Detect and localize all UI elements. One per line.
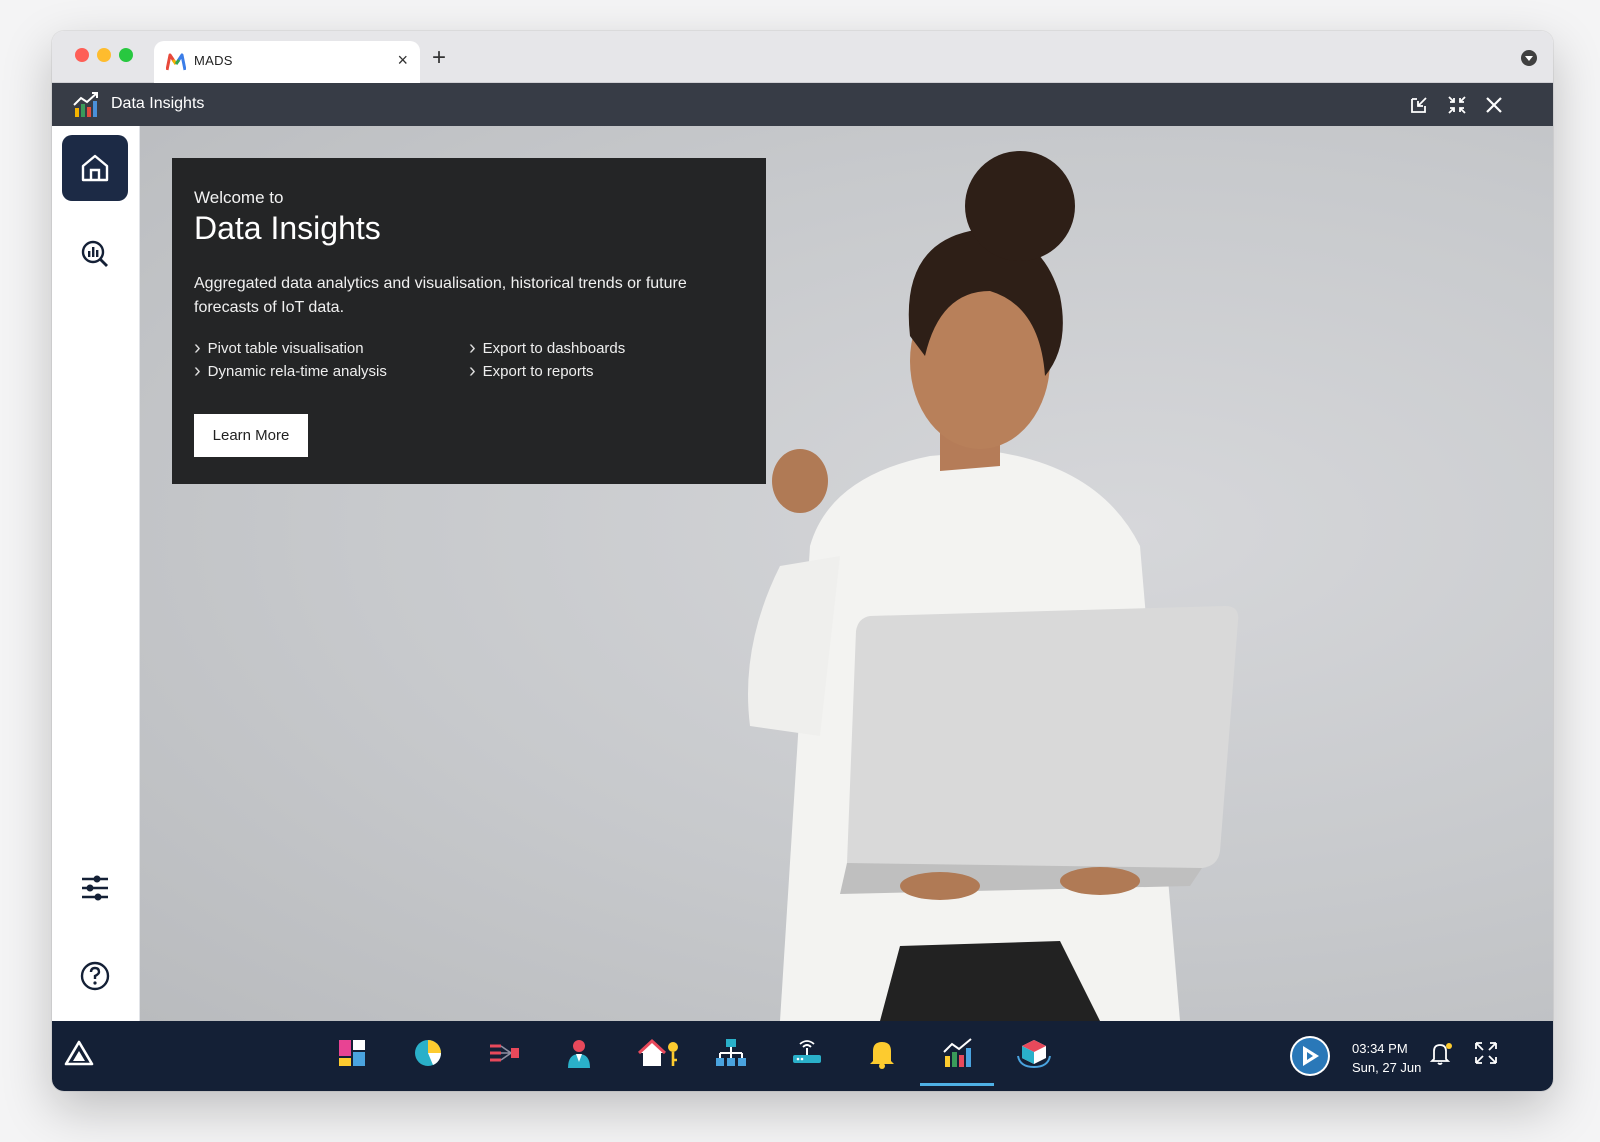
help-icon bbox=[80, 961, 110, 991]
bell-alert-icon[interactable] bbox=[865, 1036, 899, 1070]
feature-item: Dynamic rela-time analysis bbox=[194, 359, 387, 382]
fullscreen-icon[interactable] bbox=[1472, 1039, 1500, 1067]
clock-time: 03:34 PM bbox=[1352, 1041, 1408, 1056]
pie-chart-icon[interactable] bbox=[411, 1036, 445, 1070]
network-tree-icon[interactable] bbox=[714, 1036, 748, 1070]
person-icon[interactable] bbox=[562, 1036, 596, 1070]
tab-title: MADS bbox=[194, 53, 233, 68]
browser-chrome: MADS × + bbox=[52, 31, 1553, 83]
app-title: Data Insights bbox=[111, 95, 205, 112]
feature-item: Export to reports bbox=[469, 359, 594, 382]
close-icon[interactable] bbox=[1483, 94, 1505, 116]
clock-date: Sun, 27 Jun bbox=[1352, 1060, 1422, 1075]
home-icon bbox=[81, 154, 109, 182]
learn-more-button[interactable]: Learn More bbox=[194, 414, 308, 457]
cube-sync-icon[interactable] bbox=[1016, 1036, 1052, 1070]
feature-item: Pivot table visualisation bbox=[194, 336, 364, 359]
feature-item: Export to dashboards bbox=[469, 336, 626, 359]
active-app-indicator bbox=[920, 1083, 994, 1086]
user-avatar-logo-icon bbox=[1292, 1038, 1328, 1074]
collapse-icon[interactable] bbox=[1446, 94, 1468, 116]
user-avatar[interactable] bbox=[1290, 1036, 1330, 1076]
browser-window: MADS × + Data Insights Welcome to Data I… bbox=[52, 31, 1553, 1091]
new-tab-button[interactable]: + bbox=[432, 44, 446, 72]
welcome-panel: Welcome to Data Insights Aggregated data… bbox=[172, 158, 766, 484]
sliders-icon bbox=[82, 875, 108, 901]
tab-close-icon[interactable]: × bbox=[397, 50, 408, 71]
taskbar: 03:34 PM Sun, 27 Jun bbox=[52, 1021, 1553, 1091]
dashboard-tiles-icon[interactable] bbox=[335, 1036, 369, 1070]
notification-bell-icon[interactable] bbox=[1427, 1039, 1455, 1067]
sidebar-item-settings[interactable] bbox=[62, 855, 128, 921]
maximize-window-button[interactable] bbox=[119, 48, 133, 62]
sidebar-item-analytics[interactable] bbox=[62, 221, 128, 287]
data-insights-icon[interactable] bbox=[941, 1036, 975, 1070]
welcome-pretitle: Welcome to bbox=[194, 188, 284, 207]
welcome-title: Data Insights bbox=[194, 210, 381, 246]
home-key-icon[interactable] bbox=[637, 1036, 681, 1070]
sidebar bbox=[52, 126, 140, 1021]
sidebar-item-home[interactable] bbox=[62, 135, 128, 201]
browser-tab[interactable]: MADS × bbox=[154, 41, 420, 83]
analytics-search-icon bbox=[81, 240, 108, 267]
welcome-description: Aggregated data analytics and visualisat… bbox=[194, 275, 687, 316]
main-content: Welcome to Data Insights Aggregated data… bbox=[140, 126, 1553, 1021]
close-window-button[interactable] bbox=[75, 48, 89, 62]
app-header: Data Insights bbox=[52, 83, 1553, 126]
data-flow-icon[interactable] bbox=[487, 1036, 521, 1070]
sidebar-item-help[interactable] bbox=[62, 943, 128, 1009]
clock: 03:34 PM Sun, 27 Jun bbox=[1352, 1039, 1421, 1077]
popout-icon[interactable] bbox=[1408, 94, 1430, 116]
data-insights-logo-icon bbox=[73, 92, 98, 117]
mads-logo-icon bbox=[166, 53, 186, 71]
router-icon[interactable] bbox=[790, 1036, 824, 1070]
launcher-triangle-icon[interactable] bbox=[62, 1036, 96, 1070]
tab-menu-icon[interactable] bbox=[1521, 50, 1537, 66]
minimize-window-button[interactable] bbox=[97, 48, 111, 62]
